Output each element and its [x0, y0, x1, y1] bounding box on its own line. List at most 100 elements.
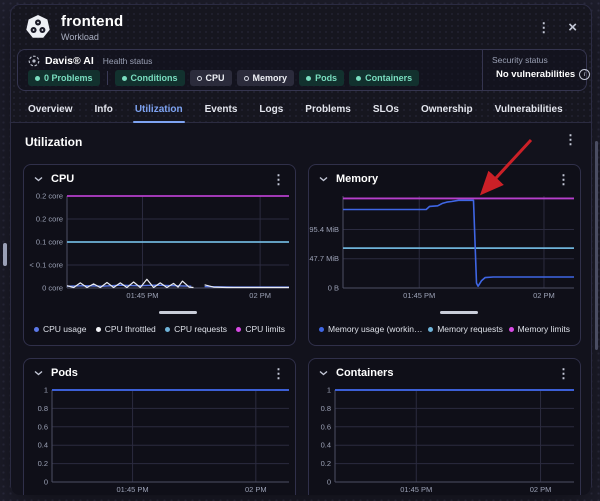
tab-vulnerabilities[interactable]: Vulnerabilities: [484, 97, 574, 122]
svg-text:0.1 core: 0.1 core: [36, 238, 63, 247]
legend-dot-icon: [428, 326, 434, 332]
svg-text:1: 1: [327, 386, 331, 395]
legend-item[interactable]: CPU requests: [165, 324, 227, 334]
svg-text:0.2 core: 0.2 core: [36, 192, 63, 201]
card-title: Containers: [336, 367, 394, 379]
tab-events[interactable]: Events: [194, 97, 249, 122]
cpu-chart: 0.2 core 0.2 core 0.1 core < 0.1 core 0 core…: [29, 192, 289, 300]
health-badge-cpu[interactable]: CPU: [189, 70, 232, 86]
legend-dot-icon: [34, 326, 39, 332]
containers-chart: 1 0.8 0.6 0.4 0.2 0 01:45 PM 02 PM: [321, 386, 574, 494]
workload-icon: [26, 15, 50, 38]
svg-text:0 B: 0 B: [328, 284, 339, 293]
info-icon[interactable]: i: [579, 68, 591, 80]
badge-label: CPU: [205, 73, 225, 83]
title-bar: frontend Workload ⋮ ×: [11, 5, 591, 49]
legend-item[interactable]: CPU usage: [34, 324, 86, 334]
chart-card-containers: Containers ⋮ 1 0.8 0.6 0.4 0.2 0 01:45 PM 02 PM: [308, 358, 581, 495]
status-dot-icon: [121, 75, 127, 81]
svg-text:95.4 MiB: 95.4 MiB: [309, 225, 339, 234]
chevron-down-icon[interactable]: [319, 176, 328, 182]
card-header: Containers ⋮: [309, 359, 580, 387]
svg-text:02 PM: 02 PM: [530, 485, 552, 494]
card-kebab-menu-icon[interactable]: ⋮: [272, 367, 285, 380]
card-kebab-menu-icon[interactable]: ⋮: [272, 173, 285, 186]
legend-label: CPU usage: [43, 324, 87, 334]
badge-label: Conditions: [130, 73, 178, 83]
health-badge-memory[interactable]: Memory: [236, 70, 295, 86]
svg-text:01:45 PM: 01:45 PM: [403, 291, 435, 300]
legend-label: Memory usage (workin…: [328, 324, 423, 334]
health-badge-pods[interactable]: Pods: [299, 70, 345, 86]
window-kebab-menu-icon[interactable]: ⋮: [537, 21, 550, 34]
card-header: Pods ⋮: [24, 359, 295, 387]
svg-text:0: 0: [44, 478, 48, 487]
card-title: CPU: [51, 173, 75, 185]
svg-text:01:45 PM: 01:45 PM: [126, 291, 158, 300]
legend-label: Memory limits: [517, 324, 570, 334]
vertical-scrollbar[interactable]: [595, 141, 598, 350]
tab-problems[interactable]: Problems: [294, 97, 362, 122]
legend-item[interactable]: Memory limits: [508, 324, 570, 334]
legend-item[interactable]: Memory usage (workin…: [319, 324, 422, 334]
badge-divider: [106, 71, 108, 85]
svg-text:0 core: 0 core: [42, 284, 63, 293]
badge-label: 0 Problems: [44, 73, 93, 83]
health-badge-0-problems[interactable]: 0 Problems: [28, 70, 100, 86]
chart-scrollbar[interactable]: [159, 311, 197, 314]
security-status-label: Security status: [492, 55, 548, 65]
svg-text:0.4: 0.4: [38, 441, 48, 450]
svg-text:0.8: 0.8: [38, 404, 48, 413]
health-badge-containers[interactable]: Containers: [349, 70, 420, 86]
chart-legend: CPU usage CPU throttled CPU requests CPU li…: [24, 324, 295, 334]
charts-grid: CPU ⋮ 0.2 core 0.2 core 0.1 core < 0.1 core 0 …: [23, 164, 581, 495]
tab-slos[interactable]: SLOs: [362, 97, 410, 122]
card-kebab-menu-icon[interactable]: ⋮: [557, 367, 570, 380]
chevron-down-icon[interactable]: [319, 370, 328, 376]
workload-detail-panel: frontend Workload ⋮ × Davis® AI Health s…: [10, 4, 598, 495]
legend-item[interactable]: Memory requests: [428, 324, 503, 334]
legend-item[interactable]: CPU limits: [236, 324, 285, 334]
card-title: Memory: [336, 173, 379, 185]
chart-legend: Memory usage (workin… Memory requests Memo…: [309, 324, 580, 334]
side-panel-handle[interactable]: [3, 243, 7, 266]
tab-utilization[interactable]: Utilization: [124, 97, 194, 123]
svg-text:02 PM: 02 PM: [249, 291, 271, 300]
svg-text:02 PM: 02 PM: [533, 291, 555, 300]
tab-info[interactable]: Info: [83, 97, 123, 122]
health-status-label: Health status: [102, 56, 153, 66]
badge-label: Pods: [315, 73, 338, 83]
davis-ai-icon: [28, 55, 40, 67]
chart-card-memory: Memory ⋮ 95.4 MiB 47.7 MiB 0 B 01:45 PM 02 PM M…: [308, 164, 581, 346]
memory-chart: 95.4 MiB 47.7 MiB 0 B 01:45 PM 02 PM: [309, 196, 574, 300]
status-dot-icon: [196, 75, 202, 81]
svg-text:0.4: 0.4: [321, 441, 331, 450]
health-status-section: Davis® AI Health status 0 Problems Condit…: [18, 50, 482, 90]
legend-dot-icon: [319, 326, 324, 332]
chart-scrollbar[interactable]: [439, 311, 478, 314]
badge-label: Containers: [365, 73, 413, 83]
tab-logs[interactable]: Logs: [248, 97, 294, 122]
chevron-down-icon[interactable]: [34, 370, 43, 376]
section-kebab-menu-icon[interactable]: ⋮: [564, 133, 577, 146]
legend-dot-icon: [508, 326, 514, 332]
card-header: Memory ⋮: [309, 165, 580, 193]
tab-ownership[interactable]: Ownership: [410, 97, 484, 122]
health-badge-conditions[interactable]: Conditions: [114, 70, 185, 86]
close-icon[interactable]: ×: [568, 20, 577, 35]
chart-card-pods: Pods ⋮ 1 0.8 0.6 0.4 0.2 0 01:45 PM 02 PM: [23, 358, 296, 495]
status-dot-icon: [356, 75, 362, 81]
legend-label: CPU limits: [245, 324, 285, 334]
svg-text:0.2: 0.2: [321, 459, 331, 468]
health-badges: 0 Problems Conditions CPU Memory Pods Contain…: [28, 70, 472, 86]
security-status-section: Security status No vulnerabilities i: [482, 50, 591, 90]
legend-label: CPU throttled: [104, 324, 156, 334]
svg-text:0.6: 0.6: [38, 422, 48, 431]
svg-text:< 0.1 core: < 0.1 core: [29, 261, 63, 270]
card-kebab-menu-icon[interactable]: ⋮: [557, 173, 570, 186]
status-dot-icon: [243, 75, 249, 81]
card-header: CPU ⋮: [24, 165, 295, 193]
chevron-down-icon[interactable]: [34, 176, 43, 182]
legend-item[interactable]: CPU throttled: [95, 324, 156, 334]
tab-overview[interactable]: Overview: [17, 97, 83, 122]
